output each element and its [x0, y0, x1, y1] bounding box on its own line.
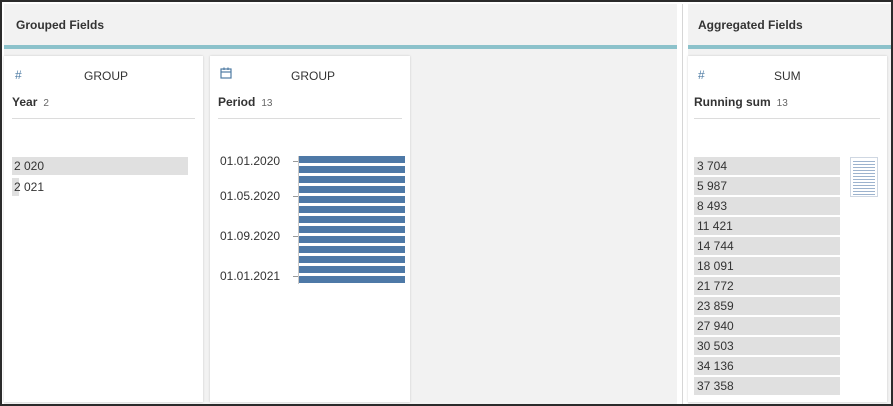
period-histogram-bar[interactable] [299, 206, 405, 213]
running-sum-value-label: 37 358 [697, 379, 734, 393]
period-field-name: Period [218, 95, 256, 109]
running-sum-value-label: 27 940 [697, 319, 734, 333]
thumbnail-row-line [853, 173, 875, 174]
running-sum-value-label: 18 091 [697, 259, 734, 273]
thumbnail-row-line [853, 167, 875, 168]
grouped-fields-title: Grouped Fields [16, 18, 105, 32]
period-axis-tick [293, 196, 298, 197]
running-sum-field-name: Running sum [694, 95, 771, 109]
period-histogram-bar[interactable] [299, 246, 405, 253]
year-profile-card[interactable]: # GROUP Year 2 2 020 2 021 [4, 56, 203, 402]
running-sum-value-row[interactable]: 5 987 [694, 177, 840, 195]
year-value-label: 2 020 [14, 159, 45, 173]
period-axis-label: 01.09.2020 [220, 229, 281, 243]
period-axis-tick [293, 276, 298, 277]
grouped-fields-section: Grouped Fields # GROUP Year 2 2 020 2 021 … [4, 4, 677, 404]
period-histogram-bar[interactable] [299, 266, 405, 273]
year-field-name: Year [12, 95, 38, 109]
running-sum-value-row[interactable]: 34 136 [694, 357, 840, 375]
running-sum-value-row[interactable]: 8 493 [694, 197, 840, 215]
hash-icon: # [698, 68, 705, 82]
scroll-overview-thumbnail[interactable] [850, 157, 878, 197]
period-axis-tick [293, 236, 298, 237]
year-distinct-count: 2 [43, 98, 49, 109]
thumbnail-row-line [853, 188, 875, 189]
running-sum-value-row[interactable]: 23 859 [694, 297, 840, 315]
section-divider [682, 4, 683, 404]
hash-icon: # [15, 68, 22, 82]
year-value-label: 2 021 [14, 180, 45, 194]
running-sum-value-row[interactable]: 11 421 [694, 217, 840, 235]
section-gutter [677, 4, 688, 404]
thumbnail-row-line [853, 161, 875, 162]
running-sum-value-row[interactable]: 30 503 [694, 337, 840, 355]
running-sum-value-label: 30 503 [697, 339, 734, 353]
running-sum-value-label: 5 987 [697, 179, 728, 193]
thumbnail-row-line [853, 179, 875, 180]
running-sum-value-label: 23 859 [697, 299, 734, 313]
period-histogram-bar[interactable] [299, 176, 405, 183]
thumbnail-row-line [853, 182, 875, 183]
running-sum-profile-card[interactable]: # SUM Running sum 13 3 704 5 987 8 493 11 42… [688, 56, 887, 402]
year-value-row[interactable]: 2 021 [12, 178, 188, 196]
period-histogram-bar[interactable] [299, 166, 405, 173]
running-sum-value-row[interactable]: 3 704 [694, 157, 840, 175]
period-histogram-bar[interactable] [299, 196, 405, 203]
period-axis-label: 01.01.2020 [220, 154, 281, 168]
running-sum-field-header[interactable]: Running sum 13 [694, 95, 788, 109]
running-sum-distinct-count: 13 [776, 98, 788, 109]
running-sum-value-row[interactable]: 37 358 [694, 377, 840, 395]
period-distinct-count: 13 [261, 98, 273, 109]
running-sum-value-label: 3 704 [697, 159, 728, 173]
running-sum-value-row[interactable]: 27 940 [694, 317, 840, 335]
thumbnail-row-line [853, 185, 875, 186]
period-histogram-bar[interactable] [299, 236, 405, 243]
period-histogram-bar[interactable] [299, 156, 405, 163]
period-axis-label: 01.05.2020 [220, 189, 281, 203]
running-sum-value-label: 8 493 [697, 199, 728, 213]
thumbnail-row-line [853, 176, 875, 177]
period-field-header[interactable]: Period 13 [218, 95, 272, 109]
year-value-row[interactable]: 2 020 [12, 157, 188, 175]
running-sum-value-label: 14 744 [697, 239, 734, 253]
calendar-icon [220, 67, 232, 82]
grouped-fields-accent-bar [4, 45, 677, 49]
period-histogram-bar[interactable] [299, 216, 405, 223]
running-sum-value-row[interactable]: 18 091 [694, 257, 840, 275]
year-role-label: GROUP [84, 69, 129, 83]
card-divider [218, 118, 402, 119]
period-role-label: GROUP [291, 69, 336, 83]
aggregated-fields-accent-bar [688, 45, 891, 49]
running-sum-value-row[interactable]: 21 772 [694, 277, 840, 295]
period-axis-label: 01.01.2021 [220, 269, 281, 283]
card-divider [12, 118, 195, 119]
card-divider [694, 118, 880, 119]
year-field-header[interactable]: Year 2 [12, 95, 49, 109]
period-histogram-bar[interactable] [299, 226, 405, 233]
thumbnail-row-line [853, 170, 875, 171]
running-sum-role-label: SUM [774, 69, 801, 83]
data-profile-pane: Grouped Fields # GROUP Year 2 2 020 2 021 … [0, 0, 893, 406]
running-sum-value-label: 21 772 [697, 279, 734, 293]
period-profile-card[interactable]: GROUP Period 13 01.01.2020 01.05.2020 01.09… [210, 56, 410, 402]
thumbnail-row-line [853, 194, 875, 195]
period-histogram-bar[interactable] [299, 186, 405, 193]
thumbnail-row-line [853, 164, 875, 165]
running-sum-value-label: 34 136 [697, 359, 734, 373]
aggregated-fields-title: Aggregated Fields [698, 18, 803, 32]
aggregated-fields-section: Aggregated Fields # SUM Running sum 13 3 … [688, 4, 891, 404]
running-sum-value-label: 11 421 [697, 219, 733, 233]
period-histogram-bar[interactable] [299, 256, 405, 263]
running-sum-value-row[interactable]: 14 744 [694, 237, 840, 255]
period-axis-tick [293, 161, 298, 162]
period-histogram-bar[interactable] [299, 276, 405, 283]
thumbnail-row-line [853, 191, 875, 192]
